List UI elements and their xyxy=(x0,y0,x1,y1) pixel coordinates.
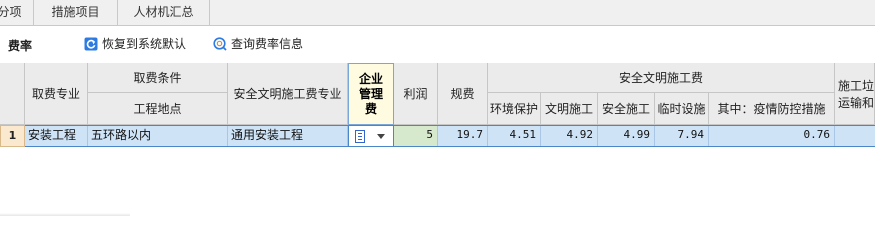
restore-default-label: 恢复到系统默认 xyxy=(102,37,187,51)
row-number-header xyxy=(0,63,25,125)
toolbar: 费率 恢复到系统默认 查询费率信息 xyxy=(0,27,875,63)
tab-subitem[interactable]: 分项 xyxy=(0,0,34,26)
header-civil-construction: 文明施工 xyxy=(541,93,598,125)
cell-safety-major[interactable]: 通用安装工程 xyxy=(228,125,348,147)
chevron-down-icon[interactable] xyxy=(377,134,385,139)
tab-labor-material-summary[interactable]: 人材机汇总 xyxy=(118,0,210,26)
cell-safe-construction[interactable]: 4.99 xyxy=(598,125,655,147)
row-number: 1 xyxy=(0,125,25,147)
text-cursor-icon xyxy=(355,130,365,143)
header-waste-transport: 施工垃 运输和 xyxy=(835,63,875,125)
cell-epidemic[interactable]: 0.76 xyxy=(709,125,835,147)
bottom-shadow xyxy=(0,213,130,216)
refresh-icon xyxy=(84,37,98,51)
header-temp-facilities: 临时设施 xyxy=(655,93,709,125)
cell-regulation-fee[interactable]: 19.7 xyxy=(438,125,488,147)
toolbar-title: 费率 xyxy=(8,39,33,53)
header-fee-major: 取费专业 xyxy=(25,63,88,125)
header-project-location: 工程地点 xyxy=(88,93,228,125)
header-waste-transport-line2: 运输和 xyxy=(838,95,875,110)
query-rate-label: 查询费率信息 xyxy=(231,37,304,51)
restore-default-button[interactable]: 恢复到系统默认 xyxy=(84,35,224,55)
search-icon xyxy=(213,37,227,51)
cell-location[interactable]: 五环路以内 xyxy=(88,125,228,147)
cell-profit[interactable]: 5 xyxy=(394,125,438,147)
cell-fee-major[interactable]: 安装工程 xyxy=(25,125,88,147)
header-waste-transport-line1: 施工垃 xyxy=(838,78,875,93)
header-regulation-fee: 规费 xyxy=(438,63,488,125)
table-row[interactable]: 1 安装工程 五环路以内 通用安装工程 5 19.7 4.51 4.92 4.9… xyxy=(0,125,875,147)
header-env-protection: 环境保护 xyxy=(488,93,541,125)
header-safety-major: 安全文明施工费专业 xyxy=(228,63,348,125)
header-safety-group: 安全文明施工费 xyxy=(488,63,835,93)
query-rate-button[interactable]: 查询费率信息 xyxy=(213,35,323,55)
header-enterprise-mgmt[interactable]: 企业管理费 xyxy=(348,63,394,125)
tab-bar: 分项 措施项目 人材机汇总 xyxy=(0,0,875,26)
enterprise-mgmt-dropdown[interactable] xyxy=(348,125,394,147)
header-fee-condition: 取费条件 xyxy=(88,63,228,93)
tab-measures[interactable]: 措施项目 xyxy=(34,0,118,26)
cell-env-protection[interactable]: 4.51 xyxy=(488,125,541,147)
header-epidemic: 其中：疫情防控措施 xyxy=(709,93,835,125)
cell-civil-construction[interactable]: 4.92 xyxy=(541,125,598,147)
cell-waste-transport[interactable] xyxy=(835,125,875,147)
header-profit: 利润 xyxy=(394,63,438,125)
cell-temp-facilities[interactable]: 7.94 xyxy=(655,125,709,147)
header-safe-construction: 安全施工 xyxy=(598,93,655,125)
